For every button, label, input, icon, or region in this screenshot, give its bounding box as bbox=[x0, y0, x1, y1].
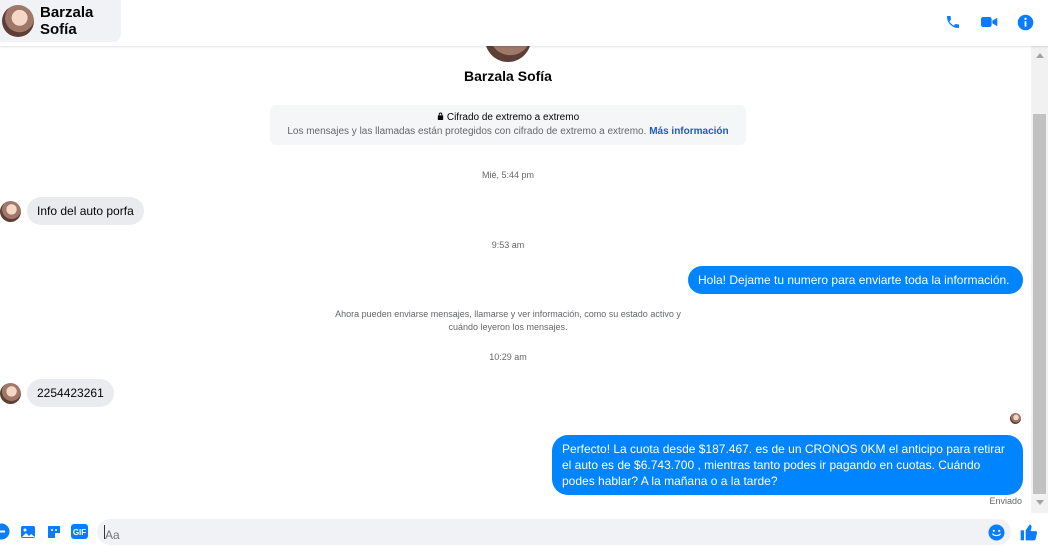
text-caret bbox=[104, 525, 105, 539]
contact-avatar bbox=[2, 5, 34, 37]
photo-icon[interactable] bbox=[19, 523, 36, 540]
messenger-window: Barzala Sofía Barzala Sofía Cifrado de e… bbox=[0, 0, 1048, 547]
sender-avatar[interactable] bbox=[0, 200, 21, 222]
profile-avatar[interactable] bbox=[485, 46, 531, 62]
message-row-incoming: Info del auto porfa bbox=[0, 197, 144, 225]
profile-name: Barzala Sofía bbox=[464, 68, 552, 84]
info-icon[interactable] bbox=[1014, 11, 1036, 33]
sender-avatar[interactable] bbox=[0, 382, 21, 404]
gif-icon[interactable]: GIF bbox=[71, 523, 88, 540]
timestamp: 9:53 am bbox=[491, 240, 525, 250]
phone-icon[interactable] bbox=[942, 11, 964, 33]
header-actions bbox=[942, 11, 1036, 33]
plus-icon[interactable] bbox=[0, 523, 10, 540]
message-bubble-outgoing[interactable]: Perfecto! La cuota desde $187.467. es de… bbox=[552, 435, 1023, 495]
contact-chip[interactable]: Barzala Sofía bbox=[0, 0, 121, 42]
delivery-status: Enviado bbox=[989, 496, 1022, 506]
scroll-down-arrow-icon[interactable] bbox=[1036, 500, 1044, 505]
message-input[interactable] bbox=[97, 519, 1011, 545]
timestamp: Mié, 5:44 pm bbox=[481, 170, 535, 180]
message-bubble-incoming[interactable]: 2254423261 bbox=[27, 379, 114, 407]
message-bubble-incoming[interactable]: Info del auto porfa bbox=[27, 197, 144, 225]
lock-icon bbox=[437, 111, 444, 125]
encryption-title: Cifrado de extremo a extremo bbox=[270, 111, 746, 125]
system-message: Ahora pueden enviarse mensajes, llamarse… bbox=[335, 309, 681, 332]
contact-name: Barzala Sofía bbox=[40, 4, 94, 38]
seen-indicator-avatar bbox=[1010, 413, 1021, 424]
scroll-up-arrow-icon[interactable] bbox=[1036, 53, 1044, 58]
like-icon[interactable] bbox=[1019, 522, 1039, 542]
timestamp: 10:29 am bbox=[489, 352, 527, 362]
encryption-notice: Cifrado de extremo a extremo Los mensaje… bbox=[270, 105, 746, 145]
message-row-incoming: 2254423261 bbox=[0, 379, 114, 407]
composer-actions: GIF bbox=[0, 523, 88, 540]
composer: GIF bbox=[0, 515, 1048, 547]
message-list[interactable]: Barzala Sofía Cifrado de extremo a extre… bbox=[0, 46, 1031, 513]
scrollbar[interactable] bbox=[1031, 46, 1048, 513]
scroll-thumb[interactable] bbox=[1033, 114, 1046, 494]
gif-label: GIF bbox=[73, 528, 86, 537]
encryption-text: Los mensajes y las llamadas están proteg… bbox=[287, 126, 647, 137]
encryption-title-text: Cifrado de extremo a extremo bbox=[446, 112, 580, 123]
emoji-icon[interactable] bbox=[988, 524, 1005, 541]
encryption-description: Los mensajes y las llamadas están proteg… bbox=[270, 125, 746, 139]
more-info-link[interactable]: Más información bbox=[649, 126, 728, 137]
message-bubble-outgoing[interactable]: Hola! Dejame tu numero para enviarte tod… bbox=[688, 266, 1023, 294]
sticker-icon[interactable] bbox=[45, 523, 62, 540]
chat-header: Barzala Sofía bbox=[0, 0, 1048, 46]
video-call-icon[interactable] bbox=[978, 11, 1000, 33]
